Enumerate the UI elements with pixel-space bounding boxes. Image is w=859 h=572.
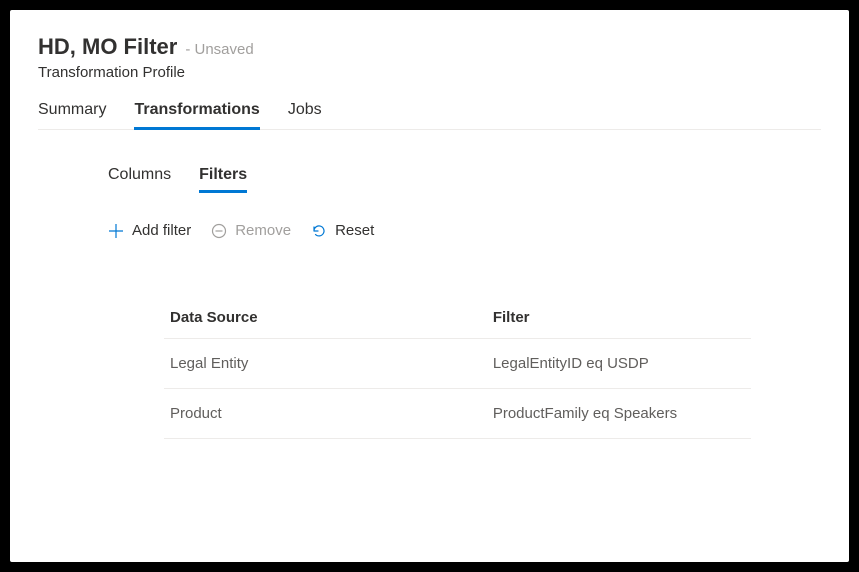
remove-label: Remove xyxy=(235,222,291,239)
plus-icon xyxy=(108,223,124,239)
toolbar: Add filter Remove Reset xyxy=(108,222,751,239)
unsaved-indicator: - Unsaved xyxy=(185,41,253,58)
sub-tab-label: Filters xyxy=(199,166,247,183)
page-header: HD, MO Filter - Unsaved Transformation P… xyxy=(38,34,821,81)
remove-button: Remove xyxy=(211,222,291,239)
reset-icon xyxy=(311,223,327,239)
content-area: Columns Filters Add filter Remove xyxy=(38,130,821,439)
remove-icon xyxy=(211,223,227,239)
column-header-filter[interactable]: Filter xyxy=(487,299,751,339)
table-row[interactable]: Legal Entity LegalEntityID eq USDP xyxy=(164,339,751,389)
page-title: HD, MO Filter xyxy=(38,34,177,60)
top-tabs: Summary Transformations Jobs xyxy=(38,101,821,130)
sub-tab-filters[interactable]: Filters xyxy=(199,166,247,192)
cell-filter: ProductFamily eq Speakers xyxy=(487,389,751,439)
table-header-row: Data Source Filter xyxy=(164,299,751,339)
tab-label: Summary xyxy=(38,101,106,118)
sub-tab-columns[interactable]: Columns xyxy=(108,166,171,192)
tab-summary[interactable]: Summary xyxy=(38,101,106,129)
add-filter-button[interactable]: Add filter xyxy=(108,222,191,239)
filters-table: Data Source Filter Legal Entity LegalEnt… xyxy=(164,299,751,439)
tab-label: Jobs xyxy=(288,101,322,118)
tab-label: Transformations xyxy=(134,101,259,118)
sub-tab-label: Columns xyxy=(108,166,171,183)
add-filter-label: Add filter xyxy=(132,222,191,239)
app-window: HD, MO Filter - Unsaved Transformation P… xyxy=(10,10,849,562)
cell-data-source: Legal Entity xyxy=(164,339,487,389)
reset-button[interactable]: Reset xyxy=(311,222,374,239)
sub-tabs: Columns Filters xyxy=(108,166,751,192)
header-title-row: HD, MO Filter - Unsaved xyxy=(38,34,821,60)
cell-filter: LegalEntityID eq USDP xyxy=(487,339,751,389)
page-subtitle: Transformation Profile xyxy=(38,64,821,81)
tab-transformations[interactable]: Transformations xyxy=(134,101,259,129)
cell-data-source: Product xyxy=(164,389,487,439)
tab-jobs[interactable]: Jobs xyxy=(288,101,322,129)
column-header-data-source[interactable]: Data Source xyxy=(164,299,487,339)
reset-label: Reset xyxy=(335,222,374,239)
filters-table-wrap: Data Source Filter Legal Entity LegalEnt… xyxy=(108,299,751,439)
table-row[interactable]: Product ProductFamily eq Speakers xyxy=(164,389,751,439)
